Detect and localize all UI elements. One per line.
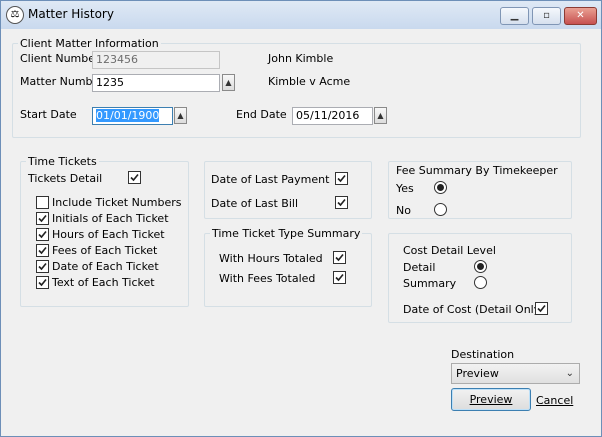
start-date-field[interactable]: 01/01/1900 xyxy=(92,107,173,125)
fees-label: Fees of Each Ticket xyxy=(52,244,158,257)
hours-totaled-label: With Hours Totaled xyxy=(219,252,323,265)
preview-button[interactable]: Preview xyxy=(451,388,531,411)
end-date-spin-button[interactable]: ▲ xyxy=(374,107,387,124)
include-ticket-numbers-label: Include Ticket Numbers xyxy=(52,196,182,209)
cost-detail-title: Cost Detail Level xyxy=(403,244,496,257)
cost-detail-detail-label: Detail xyxy=(403,261,436,274)
window-title: Matter History xyxy=(28,7,114,21)
date-checkbox[interactable] xyxy=(36,260,49,273)
date-last-bill-checkbox[interactable] xyxy=(335,196,348,209)
text-label: Text of Each Ticket xyxy=(52,276,155,289)
fees-checkbox[interactable] xyxy=(36,244,49,257)
cost-detail-summary-radio[interactable] xyxy=(474,276,487,289)
fee-summary-no-label: No xyxy=(396,204,411,217)
close-button[interactable]: ✕ xyxy=(564,7,597,25)
date-last-payment-label: Date of Last Payment xyxy=(211,173,330,186)
start-date-value: 01/01/1900 xyxy=(96,109,160,122)
fee-summary-title: Fee Summary By Timekeeper xyxy=(396,164,558,177)
minimize-button[interactable]: ▁ xyxy=(500,7,529,25)
cancel-button-label: Cancel xyxy=(536,394,574,407)
hours-checkbox[interactable] xyxy=(36,228,49,241)
initials-label: Initials of Each Ticket xyxy=(52,212,169,225)
hours-label: Hours of Each Ticket xyxy=(52,228,165,241)
matter-history-window: ⚖ Matter History ▁ ▫ ✕ Client Matter Inf… xyxy=(0,0,602,437)
cost-detail-detail-radio[interactable] xyxy=(474,260,487,273)
title-bar: ⚖ Matter History ▁ ▫ ✕ xyxy=(1,1,601,29)
destination-selected: Preview xyxy=(456,367,499,380)
end-date-field[interactable]: 05/11/2016 xyxy=(292,107,373,125)
radio-dot xyxy=(437,184,444,191)
time-tickets-legend: Time Tickets xyxy=(28,155,97,168)
client-name-text: John Kimble xyxy=(268,52,334,65)
start-date-label: Start Date xyxy=(20,108,77,121)
payment-group xyxy=(204,161,372,219)
end-date-label: End Date xyxy=(236,108,287,121)
text-checkbox[interactable] xyxy=(36,276,49,289)
matter-number-lookup-button[interactable]: ▲ xyxy=(222,74,235,91)
date-label: Date of Each Ticket xyxy=(52,260,159,273)
type-summary-legend: Time Ticket Type Summary xyxy=(212,227,361,240)
fee-summary-no-radio[interactable] xyxy=(434,203,447,216)
fees-totaled-checkbox[interactable] xyxy=(333,271,346,284)
cancel-button[interactable]: Cancel xyxy=(536,394,573,407)
date-of-cost-label: Date of Cost (Detail Only) xyxy=(403,303,545,316)
chevron-down-icon: ⌄ xyxy=(565,368,574,379)
app-icon: ⚖ xyxy=(6,6,24,24)
destination-select[interactable]: Preview ⌄ xyxy=(451,363,580,384)
preview-button-label: Preview xyxy=(469,393,513,406)
client-number-field: 123456 xyxy=(92,51,220,69)
client-number-label: Client Number xyxy=(20,52,100,65)
tickets-detail-label: Tickets Detail xyxy=(28,172,103,185)
matter-name-text: Kimble v Acme xyxy=(268,75,351,88)
fee-summary-yes-radio[interactable] xyxy=(434,181,447,194)
type-summary-group: Time Ticket Type Summary xyxy=(204,227,372,307)
date-last-payment-checkbox[interactable] xyxy=(335,172,348,185)
cost-detail-summary-label: Summary xyxy=(403,277,457,290)
start-date-spin-button[interactable]: ▲ xyxy=(174,107,187,124)
hours-totaled-checkbox[interactable] xyxy=(333,251,346,264)
tickets-detail-checkbox[interactable] xyxy=(128,171,141,184)
maximize-button[interactable]: ▫ xyxy=(532,7,561,25)
client-matter-legend: Client Matter Information xyxy=(20,37,159,50)
include-ticket-numbers-checkbox[interactable] xyxy=(36,196,49,209)
initials-checkbox[interactable] xyxy=(36,212,49,225)
radio-dot xyxy=(477,263,484,270)
destination-label: Destination xyxy=(451,348,515,361)
date-last-bill-label: Date of Last Bill xyxy=(211,197,299,210)
fee-summary-yes-label: Yes xyxy=(396,182,414,195)
date-of-cost-checkbox[interactable] xyxy=(535,302,548,315)
matter-number-field[interactable]: 1235 xyxy=(92,74,220,92)
fees-totaled-label: With Fees Totaled xyxy=(219,272,316,285)
